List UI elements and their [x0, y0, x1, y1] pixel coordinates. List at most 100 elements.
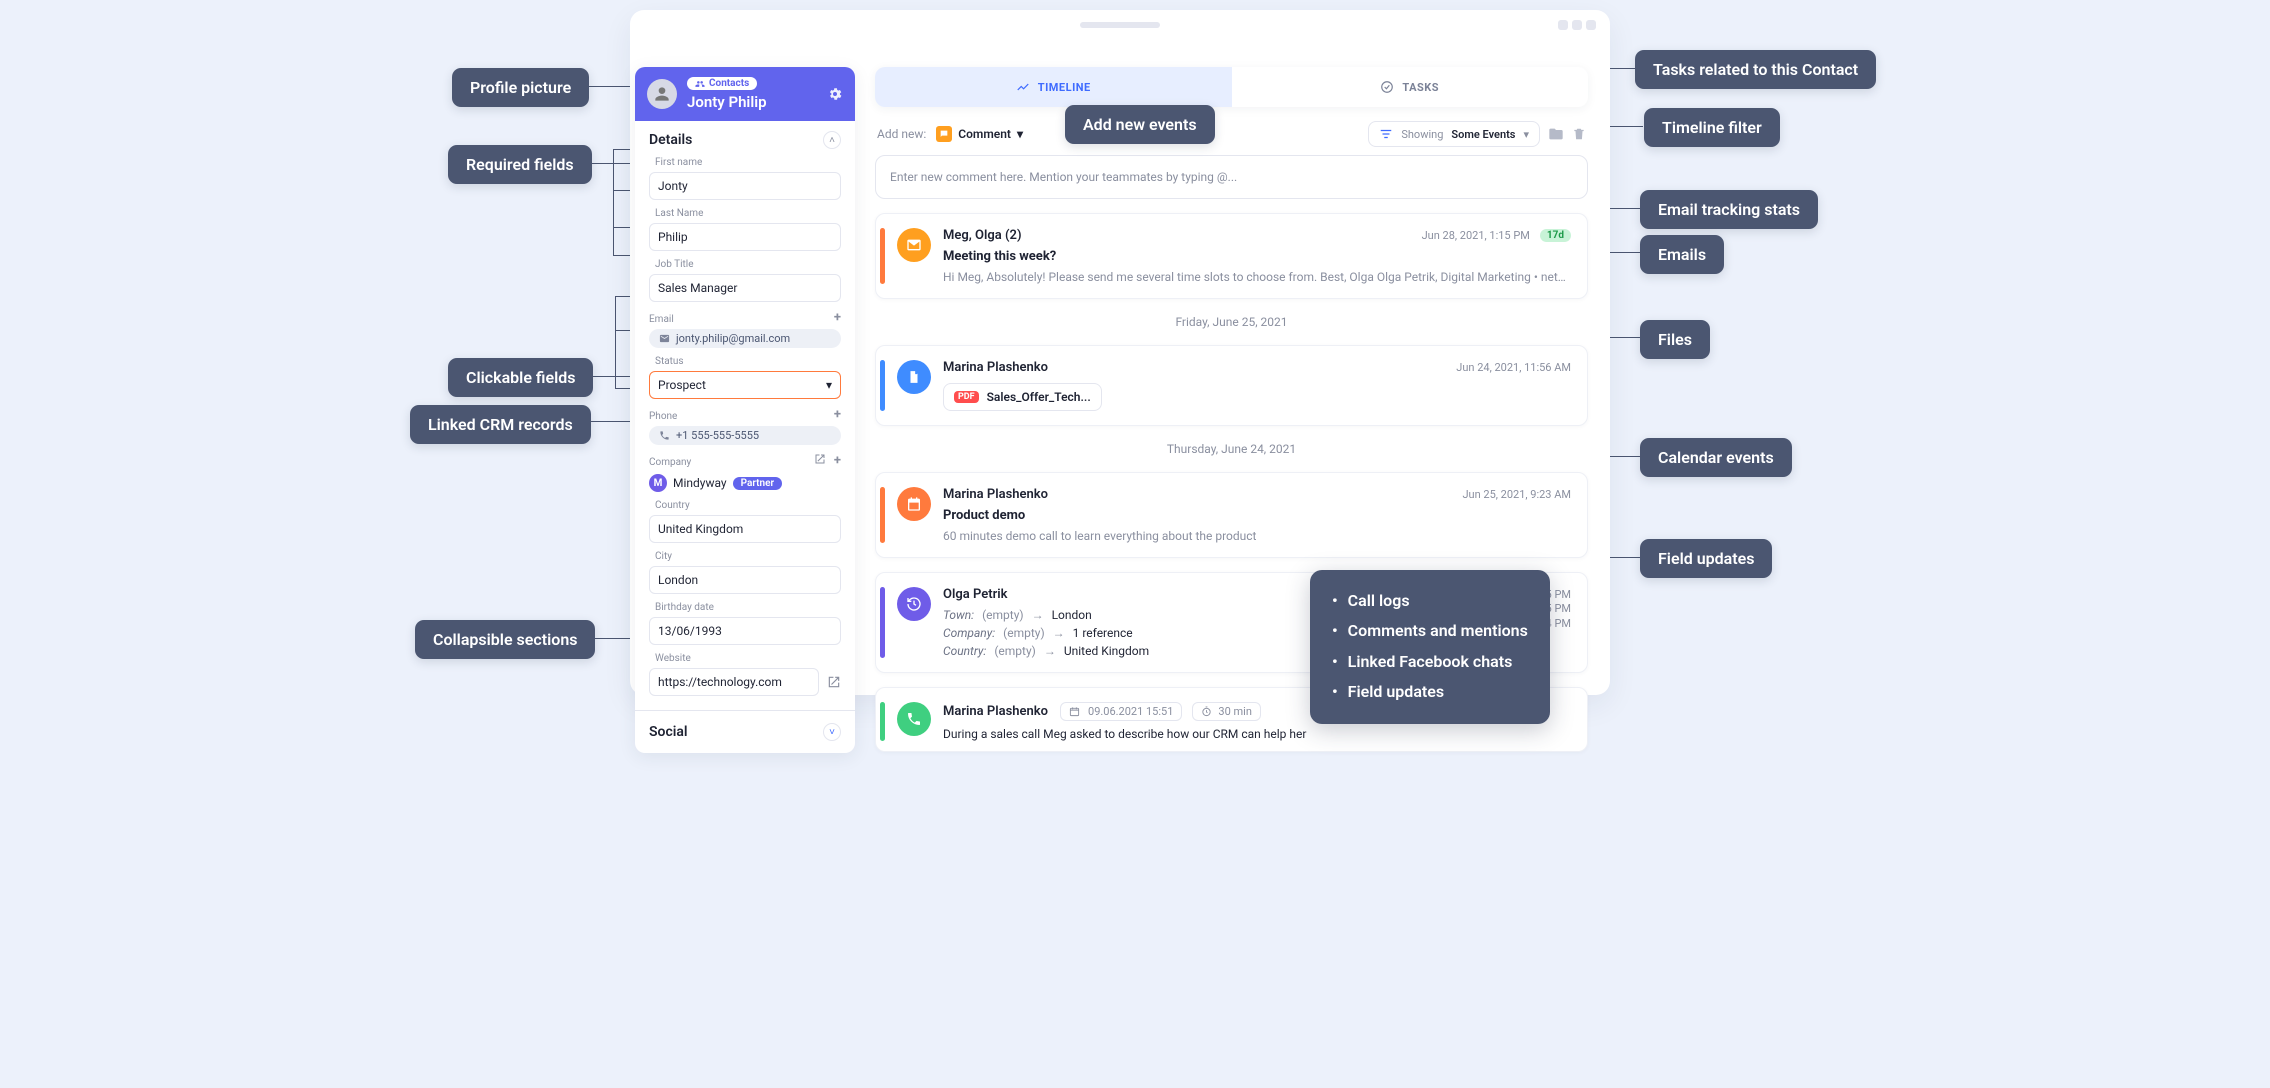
header-info: Contacts Jonty Philip — [687, 77, 767, 111]
call-duration: 30 min — [1192, 702, 1261, 721]
ann-filter: Timeline filter — [1644, 108, 1780, 147]
first-name-label: First name — [649, 157, 841, 168]
ann-clickable-fields: Clickable fields — [448, 358, 593, 397]
ann-collapsible: Collapsible sections — [415, 620, 595, 659]
social-section-head[interactable]: Social ˅ — [635, 710, 855, 753]
event-snippet: Hi Meg, Absolutely! Please send me sever… — [943, 270, 1571, 284]
chevron-down-icon: ▾ — [1523, 128, 1529, 141]
ann-calendar: Calendar events — [1640, 438, 1792, 477]
contact-card: Contacts Jonty Philip Details ˄ First na… — [635, 67, 855, 753]
chevron-down-icon: ▾ — [826, 378, 832, 392]
contact-name: Jonty Philip — [687, 93, 767, 111]
history-icon — [897, 587, 931, 621]
event-stripe — [880, 487, 885, 543]
company-name: Mindyway — [673, 476, 727, 490]
phone-label: Phone — [649, 411, 677, 422]
event-stripe — [880, 587, 885, 658]
avatar[interactable] — [647, 79, 677, 109]
ann-linked-records: Linked CRM records — [410, 405, 591, 444]
field-changes: Town:(empty)→London Company:(empty)→1 re… — [943, 608, 1149, 658]
phone-icon — [897, 702, 931, 736]
event-snippet: During a sales call Meg asked to describ… — [943, 727, 1571, 741]
first-name-field[interactable]: Jonty — [649, 172, 841, 200]
connector — [1605, 337, 1640, 338]
timeline-filter[interactable]: Showing Some Events ▾ — [1368, 121, 1540, 147]
connector — [1605, 252, 1640, 253]
event-time: Jun 24, 2021, 11:56 AM — [1456, 361, 1571, 374]
window-controls — [1558, 20, 1596, 30]
pdf-badge: PDF — [954, 391, 979, 403]
connector — [1605, 456, 1640, 457]
contacts-pill-label: Contacts — [709, 78, 749, 89]
date-separator: Friday, June 25, 2021 — [875, 313, 1588, 331]
job-title-label: Job Title — [649, 259, 841, 270]
chevron-down-icon[interactable]: ˅ — [823, 723, 841, 741]
last-name-field[interactable]: Philip — [649, 223, 841, 251]
website-label: Website — [649, 653, 841, 664]
email-chip[interactable]: jonty.philip@gmail.com — [649, 329, 841, 348]
ann-emails: Emails — [1640, 235, 1724, 274]
timeline-event-file[interactable]: Marina Plashenko Jun 24, 2021, 11:56 AM … — [875, 345, 1588, 426]
phone-chip[interactable]: +1 555-555-5555 — [649, 426, 841, 445]
add-email-icon[interactable]: + — [834, 310, 841, 325]
timeline-event-email[interactable]: Meg, Olga (2) Jun 28, 2021, 1:15 PM 17d … — [875, 213, 1588, 299]
details-fields: First name Jonty Last Name Philip Job Ti… — [635, 153, 855, 710]
status-field[interactable]: Prospect ▾ — [649, 371, 841, 399]
add-company-icon[interactable]: + — [834, 453, 841, 468]
city-label: City — [649, 551, 841, 562]
event-author: Marina Plashenko — [943, 704, 1048, 719]
popover-event-types: • Call logs • Comments and mentions • Li… — [1310, 570, 1550, 724]
event-author: Marina Plashenko — [943, 487, 1048, 502]
folder-icon[interactable] — [1548, 126, 1564, 142]
details-section-head[interactable]: Details ˄ — [635, 121, 855, 153]
add-new-picker[interactable]: Comment ▾ — [936, 126, 1023, 142]
event-author: Meg, Olga (2) — [943, 228, 1022, 243]
event-time: Jun 28, 2021, 1:15 PM — [1422, 229, 1530, 242]
chevron-up-icon[interactable]: ˄ — [823, 131, 841, 149]
chevron-down-icon: ▾ — [1017, 127, 1023, 141]
connector — [613, 149, 614, 255]
last-name-label: Last Name — [649, 208, 841, 219]
ann-tasks: Tasks related to this Contact — [1635, 50, 1876, 89]
tracking-badge: 17d — [1540, 229, 1571, 242]
call-date: 09.06.2021 15:51 — [1060, 702, 1182, 721]
birthday-field[interactable]: 13/06/1993 — [649, 617, 841, 645]
comment-input[interactable]: Enter new comment here. Mention your tea… — [875, 155, 1588, 199]
ann-profile-picture: Profile picture — [452, 68, 589, 107]
event-stripe — [880, 228, 885, 284]
timeline-event-calendar[interactable]: Marina Plashenko Jun 25, 2021, 9:23 AM P… — [875, 472, 1588, 558]
country-label: Country — [649, 500, 841, 511]
city-field[interactable]: London — [649, 566, 841, 594]
status-label: Status — [649, 356, 841, 367]
tab-timeline[interactable]: TIMELINE — [875, 67, 1232, 107]
country-field[interactable]: United Kingdom — [649, 515, 841, 543]
company-label: Company — [649, 457, 691, 468]
toolbar: Add new: Comment ▾ Showing Some Events ▾ — [877, 121, 1586, 147]
email-icon — [897, 228, 931, 262]
company-row[interactable]: M Mindyway Partner — [649, 474, 841, 492]
trash-icon[interactable] — [1572, 126, 1586, 142]
calendar-icon — [897, 487, 931, 521]
ann-required-fields: Required fields — [448, 145, 592, 184]
add-new-label: Add new: — [877, 127, 926, 141]
tab-tasks[interactable]: TASKS — [1232, 67, 1589, 107]
event-snippet: 60 minutes demo call to learn everything… — [943, 529, 1571, 543]
gear-icon[interactable] — [827, 86, 843, 102]
event-stripe — [880, 360, 885, 411]
event-subject: Meeting this week? — [943, 249, 1571, 264]
add-phone-icon[interactable]: + — [834, 407, 841, 422]
contact-header: Contacts Jonty Philip — [635, 67, 855, 121]
ann-add-new: Add new events — [1065, 105, 1215, 144]
job-title-field[interactable]: Sales Manager — [649, 274, 841, 302]
tabs: TIMELINE TASKS — [875, 67, 1588, 107]
open-link-icon[interactable] — [814, 453, 826, 468]
ann-fieldupd: Field updates — [1640, 539, 1772, 578]
date-separator: Thursday, June 24, 2021 — [875, 440, 1588, 458]
open-link-icon[interactable] — [827, 675, 841, 689]
social-title: Social — [649, 724, 688, 740]
contacts-pill[interactable]: Contacts — [687, 77, 757, 90]
website-field[interactable]: https://technology.com — [649, 668, 819, 696]
comment-icon — [936, 126, 952, 142]
event-time: Jun 25, 2021, 9:23 AM — [1462, 488, 1571, 501]
file-attachment[interactable]: PDF Sales_Offer_Tech... — [943, 383, 1102, 411]
